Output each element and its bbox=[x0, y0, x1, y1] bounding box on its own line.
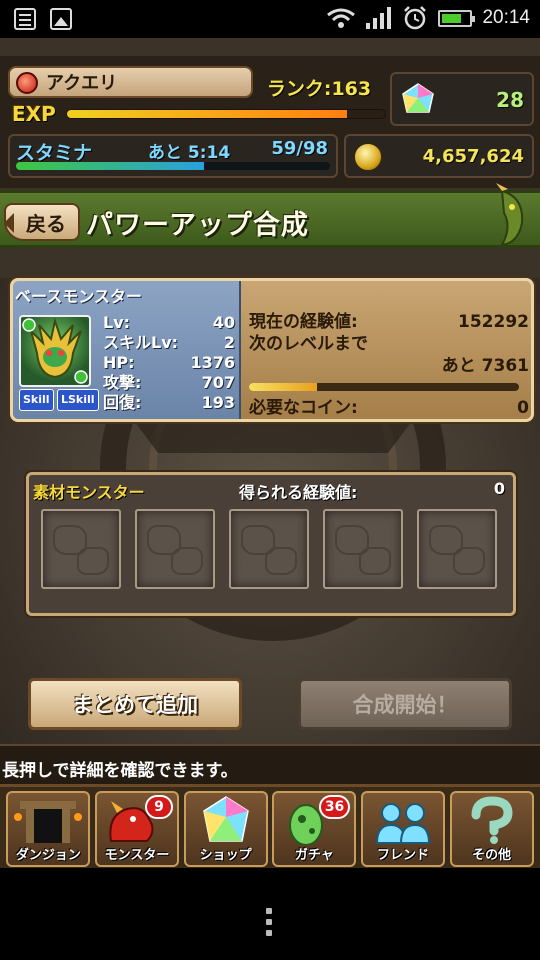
tab-shop[interactable]: ショップ bbox=[183, 791, 268, 867]
monster-portrait[interactable] bbox=[19, 315, 91, 387]
material-slot-2[interactable] bbox=[135, 509, 215, 589]
stat-level: Lv: 40 bbox=[103, 313, 235, 332]
material-slot-1[interactable] bbox=[41, 509, 121, 589]
question-icon bbox=[471, 796, 513, 844]
alarm-icon bbox=[404, 6, 427, 30]
base-monster-panel[interactable]: ベースモンスター Skill LSkill Lv: 40 スキルLv: 2 HP: 1… bbox=[10, 278, 534, 422]
system-nav-bar bbox=[0, 868, 540, 960]
tab-other-label: その他 bbox=[472, 848, 512, 863]
material-title: 素材モンスター bbox=[33, 483, 145, 502]
tab-gacha[interactable]: 36 ガチャ bbox=[272, 791, 357, 867]
material-slot-3[interactable] bbox=[229, 509, 309, 589]
leader-skill-badge: LSkill bbox=[57, 389, 99, 411]
gacha-count-badge: 36 bbox=[318, 795, 351, 819]
coin-count: 4,657,624 bbox=[422, 146, 524, 167]
magic-stone-icon bbox=[202, 796, 249, 842]
coin-needed-value: 0 bbox=[517, 398, 529, 418]
player-name: アクエリ bbox=[46, 73, 118, 94]
exp-bar-fill bbox=[67, 110, 347, 118]
material-slot-5[interactable] bbox=[417, 509, 497, 589]
green-dragon-icon bbox=[496, 183, 524, 247]
coin-counter: 4,657,624 bbox=[344, 134, 534, 178]
magic-stone-icon bbox=[402, 83, 434, 113]
tab-monster-label: モンスター bbox=[104, 848, 170, 863]
stat-hp: HP: 1376 bbox=[103, 353, 235, 372]
monster-count-badge: 9 bbox=[144, 795, 173, 819]
stat-attack: 攻撃: 707 bbox=[103, 373, 235, 392]
next-level-bar-fill bbox=[249, 383, 317, 391]
dungeon-gate-icon bbox=[14, 801, 83, 843]
tab-dungeon-label: ダンジョン bbox=[15, 848, 81, 863]
tab-shop-label: ショップ bbox=[199, 848, 252, 863]
fire-orb-icon bbox=[16, 72, 38, 94]
hint-bar: 長押しで詳細を確認できます。 bbox=[0, 744, 540, 784]
start-fusion-button[interactable]: 合成開始！ bbox=[298, 678, 512, 730]
exp-gain-label: 得られる経験値: bbox=[239, 483, 358, 502]
coin-needed-label: 必要なコイン: bbox=[249, 398, 358, 418]
exp-gain-value: 0 bbox=[493, 479, 505, 498]
exp-info: 現在の経験値: 152292 次のレベルまで あと 7361 必要なコイン: 0 bbox=[249, 311, 529, 419]
coin-icon bbox=[354, 143, 382, 171]
bottom-tab-bar: ダンジョン 9 モンスター ショップ 36 ガチャ フレンド その他 bbox=[0, 784, 540, 868]
back-button[interactable]: 戻る bbox=[4, 203, 80, 241]
tab-other[interactable]: その他 bbox=[449, 791, 534, 867]
wifi-icon bbox=[327, 8, 356, 28]
stat-skill-level: スキルLv: 2 bbox=[103, 333, 235, 352]
magic-stone-count: 28 bbox=[496, 88, 524, 112]
tab-friend-label: フレンド bbox=[376, 848, 429, 863]
exp-bar: EXP bbox=[8, 100, 386, 128]
player-name-box: アクエリ bbox=[8, 66, 253, 98]
current-exp-label: 現在の経験値: bbox=[249, 312, 358, 332]
stat-recovery: 回復: 193 bbox=[103, 393, 235, 412]
notes-icon bbox=[14, 8, 36, 30]
wood-dragon-monster-icon bbox=[22, 317, 88, 384]
stamina-timer: あと 5:14 bbox=[148, 143, 231, 163]
stamina-bar-fill bbox=[16, 162, 205, 170]
stamina-value: 59/98 bbox=[271, 138, 328, 159]
tab-gacha-label: ガチャ bbox=[294, 848, 334, 863]
menu-icon[interactable] bbox=[266, 908, 272, 942]
add-together-button[interactable]: まとめて追加 bbox=[28, 678, 242, 730]
gallery-icon bbox=[50, 8, 72, 30]
stamina-label: スタミナ bbox=[16, 142, 93, 164]
next-level-label: 次のレベルまで bbox=[249, 334, 368, 354]
current-exp-value: 152292 bbox=[458, 312, 529, 332]
base-monster-title: ベースモンスター bbox=[15, 287, 142, 306]
title-banner: 戻る パワーアップ合成 bbox=[0, 183, 540, 248]
hint-text: 長押しで詳細を確認できます。 bbox=[2, 761, 238, 781]
next-level-remaining: あと 7361 bbox=[441, 356, 529, 376]
exp-label: EXP bbox=[12, 102, 56, 126]
stamina-box: スタミナ あと 5:14 59/98 bbox=[8, 134, 338, 178]
game-screen: アクエリ ランク:163 EXP 28 スタミナ あと 5:14 59/98 4… bbox=[0, 38, 540, 868]
clock-time: 20:14 bbox=[482, 7, 530, 28]
magic-stone-counter: 28 bbox=[390, 72, 534, 126]
page-title: パワーアップ合成 bbox=[86, 210, 309, 241]
material-slot-4[interactable] bbox=[323, 509, 403, 589]
signal-icon bbox=[366, 7, 392, 29]
tab-friend[interactable]: フレンド bbox=[360, 791, 445, 867]
battery-icon bbox=[438, 9, 476, 27]
tab-dungeon[interactable]: ダンジョン bbox=[6, 791, 91, 867]
material-monster-panel: 素材モンスター 得られる経験値: 0 bbox=[26, 472, 516, 616]
status-bar: 20:14 bbox=[0, 0, 540, 38]
tab-monster[interactable]: 9 モンスター bbox=[94, 791, 179, 867]
friends-icon bbox=[375, 803, 430, 844]
monster-stats: Lv: 40 スキルLv: 2 HP: 1376 攻撃: 707 回復: 193 bbox=[103, 313, 235, 413]
skill-badge: Skill bbox=[19, 389, 54, 411]
